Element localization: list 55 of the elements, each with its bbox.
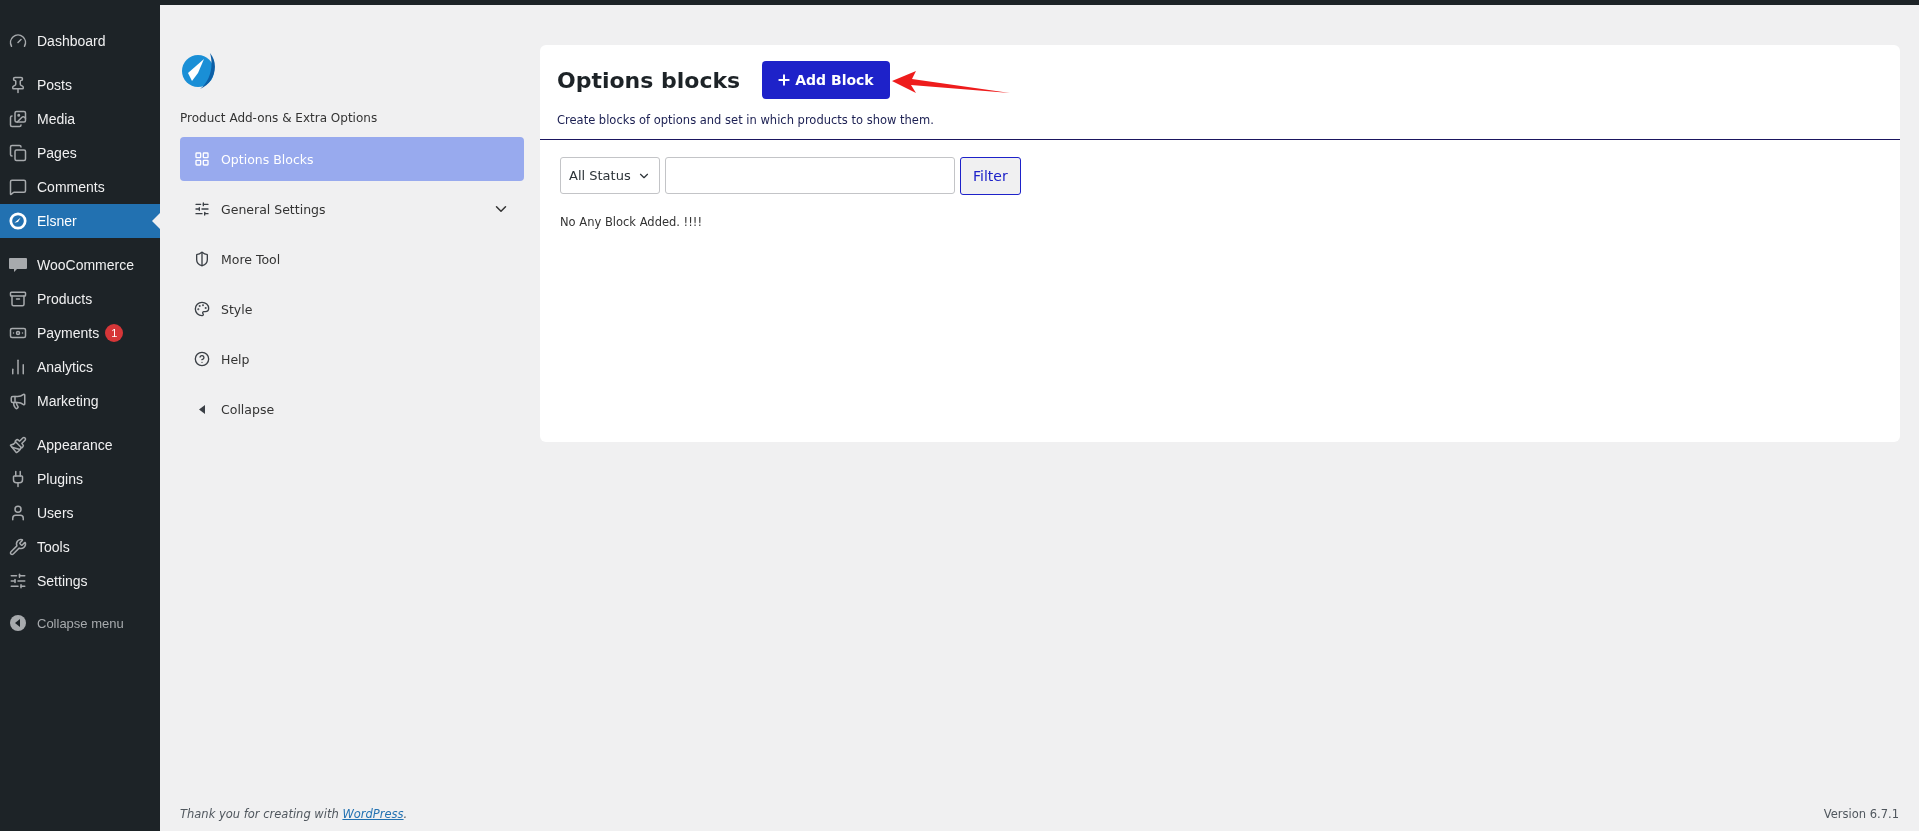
pin-icon [9, 76, 27, 94]
megaphone-icon [9, 392, 27, 410]
sliders-icon [9, 572, 27, 590]
menu-item[interactable]: Media [0, 102, 160, 136]
menu-item[interactable]: WooCommerce [0, 248, 160, 282]
menu-item[interactable]: Comments [0, 170, 160, 204]
wrench-icon [9, 538, 27, 556]
bar-chart-icon [9, 358, 27, 376]
plugin-title: Product Add-ons & Extra Options [180, 111, 379, 125]
nav-item[interactable]: General Settings [180, 187, 524, 231]
menu-item[interactable]: Marketing [0, 384, 160, 418]
menu-item[interactable]: Elsner [0, 204, 160, 238]
comment-icon [9, 178, 27, 196]
footer-text: Thank you for creating with WordPress. [180, 807, 408, 821]
collapse-icon [9, 614, 27, 632]
filter-button[interactable]: Filter [960, 157, 1021, 195]
menu-item[interactable]: Dashboard [0, 24, 160, 58]
page-description: Create blocks of options and set in which products to show them. [557, 113, 935, 127]
add-block-button[interactable]: Add Block [762, 61, 890, 99]
version-text: Version 6.7.1 [1823, 807, 1899, 821]
menu-item[interactable]: Posts [0, 68, 160, 102]
nav-item[interactable]: More Tool [180, 237, 524, 281]
menu-item[interactable]: Appearance [0, 428, 160, 462]
wordpress-link[interactable]: WordPress [342, 807, 404, 821]
shield-icon [194, 251, 210, 267]
dashboard-icon [9, 32, 27, 50]
logo-icon [9, 212, 27, 230]
menu-item[interactable]: Tools [0, 530, 160, 564]
nav-item[interactable]: Collapse [180, 387, 524, 431]
empty-message: No Any Block Added. !!!! [559, 214, 704, 229]
sliders-icon [194, 201, 210, 217]
archive-icon [9, 290, 27, 308]
count-badge: 1 [105, 324, 124, 342]
menu-item[interactable]: Pages [0, 136, 160, 170]
paintbrush-icon [9, 436, 27, 454]
menu-item[interactable]: Users [0, 496, 160, 530]
menu-item[interactable]: Settings [0, 564, 160, 598]
menu-item[interactable]: Analytics [0, 350, 160, 384]
menu-item[interactable]: Payments 1 [0, 316, 160, 350]
menu-item[interactable]: Products [0, 282, 160, 316]
nav-item[interactable]: Help [180, 337, 524, 381]
palette-icon [194, 301, 210, 317]
collapse-menu-button[interactable]: Collapse menu [0, 608, 160, 638]
speech-bubble-icon [8, 257, 28, 273]
search-field[interactable] [665, 157, 955, 194]
status-select[interactable]: All Status [560, 157, 660, 194]
nav-item[interactable]: Style [180, 287, 524, 331]
images-icon [9, 110, 27, 128]
help-icon [194, 351, 210, 367]
menu-item[interactable]: Plugins [0, 462, 160, 496]
pages-icon [9, 144, 27, 162]
grid-icon [194, 151, 210, 167]
page-title: Options blocks [557, 67, 741, 93]
triangle-left-icon [199, 404, 205, 414]
user-icon [9, 504, 27, 522]
